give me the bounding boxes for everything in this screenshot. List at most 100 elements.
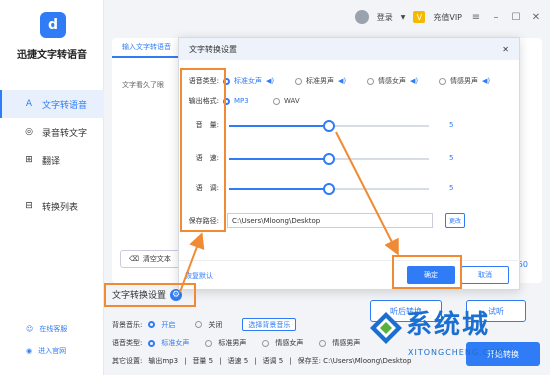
dialog-title: 文字转换设置 <box>189 44 237 54</box>
watermark-logo-icon <box>370 312 402 344</box>
annotation-box-settings <box>104 283 196 307</box>
voice-row: 语音类型: 标准女声 标准男声 情感女声 情感男声 <box>112 338 360 348</box>
menu-icon[interactable]: ≡ <box>470 12 482 23</box>
other-pitch: 语调 5 <box>262 357 284 365</box>
divider: | <box>289 357 292 365</box>
voice-option-label: 标准男声 <box>218 339 247 347</box>
avatar[interactable] <box>354 10 369 24</box>
speaker-icon[interactable]: ◀) <box>266 77 274 85</box>
dialog-voice-row: 语音类型: 标准女声 ◀) 标准男声 ◀) 情感女声 ◀) 情感男声 ◀) <box>179 76 521 86</box>
close-icon[interactable]: ✕ <box>502 45 509 54</box>
sidebar-item-label: 录音转文字 <box>42 128 88 139</box>
mic-icon: ◎ <box>25 127 33 137</box>
text-input-area[interactable]: 文字看久了眼 <box>122 80 164 90</box>
chevron-down-icon[interactable]: ▼ <box>401 14 406 21</box>
radio-icon <box>439 77 446 85</box>
voice-radio-0[interactable] <box>148 339 156 347</box>
website-link[interactable]: ◉ 进入官网 <box>26 346 106 356</box>
voice-radio-2[interactable] <box>262 339 270 347</box>
sidebar-item-text-to-speech[interactable]: A 文字转语音 <box>0 90 104 118</box>
sidebar-item-translate[interactable]: ⊞ 翻译 <box>0 146 104 174</box>
dialog-voice-option[interactable]: 标准男声 ◀) <box>295 76 367 86</box>
minimize-icon[interactable]: – <box>490 12 502 23</box>
sidebar-item-list[interactable]: ⊟ 转换列表 <box>0 192 104 220</box>
sidebar-item-label: 文字转语音 <box>42 100 88 111</box>
tab-text-input[interactable]: 输入文字转语音 <box>112 38 181 58</box>
clear-icon: ⌫ <box>129 255 139 263</box>
app-logo: d <box>40 12 66 38</box>
topbar: 登录 ▼ V 充值VIP ≡ – ☐ ✕ <box>104 0 550 36</box>
dialog-footer: 恢复默认 确定 取消 <box>179 260 521 290</box>
clear-text-button[interactable]: ⌫ 清空文本 <box>120 250 180 268</box>
app-name: 迅捷文字转语音 <box>17 50 87 61</box>
sidebar-item-recording[interactable]: ◎ 录音转文字 <box>0 118 104 146</box>
format-text: MP3 <box>234 97 249 105</box>
slider-fill <box>229 188 329 190</box>
radio-icon <box>367 77 374 85</box>
other-format: 输出mp3 <box>148 357 179 365</box>
change-path-button[interactable]: 更改 <box>445 213 465 228</box>
slider-fill <box>229 125 329 127</box>
dialog-voice-option[interactable]: 标准女声 ◀) <box>223 76 295 86</box>
bg-on-radio[interactable] <box>148 321 156 328</box>
voice-radio-1[interactable] <box>205 339 213 347</box>
voice-radio-3[interactable] <box>319 339 327 347</box>
format-text: WAV <box>284 97 300 105</box>
speaker-icon[interactable]: ◀) <box>338 77 346 85</box>
dialog-voice-text: 情感女声 <box>378 77 406 85</box>
cancel-button[interactable]: 取消 <box>461 266 509 284</box>
format-option-mp3[interactable]: MP3 <box>223 97 273 105</box>
choose-bg-music-button[interactable]: 选择背景音乐 <box>242 318 297 331</box>
close-icon[interactable]: ✕ <box>530 12 542 23</box>
settings-dialog: 文字转换设置 ✕ 语音类型: 标准女声 ◀) 标准男声 ◀) 情感女声 ◀) 情… <box>178 37 521 290</box>
dialog-format-row: 输出格式: MP3 WAV <box>179 96 521 106</box>
voice-type-label: 语音类型: <box>112 339 143 347</box>
translate-icon: ⊞ <box>25 155 33 165</box>
dialog-voice-option[interactable]: 情感女声 ◀) <box>367 76 439 86</box>
customer-service-link[interactable]: ☺ 在线客服 <box>26 324 106 334</box>
bg-music-row: 背景音乐: 开启 关闭 选择背景音乐 <box>112 318 297 331</box>
pitch-value: 5 <box>449 184 454 192</box>
sidebar-item-label: 转换列表 <box>42 202 79 213</box>
radio-icon <box>273 97 280 105</box>
pitch-slider[interactable] <box>229 183 429 195</box>
slider-knob[interactable] <box>323 120 335 132</box>
divider: | <box>184 357 187 365</box>
text-icon: A <box>25 99 33 109</box>
dialog-voice-option[interactable]: 情感男声 ◀) <box>439 76 511 86</box>
login-link[interactable]: 登录 <box>377 12 393 23</box>
bg-music-label: 背景音乐: <box>112 320 143 329</box>
voice-option-label: 情感女声 <box>275 339 304 347</box>
voice-option-label: 情感男声 <box>332 339 361 347</box>
annotation-box-labels <box>180 68 226 232</box>
speaker-icon[interactable]: ◀) <box>482 77 490 85</box>
radio-icon <box>295 77 302 85</box>
dialog-voice-text: 标准男声 <box>306 77 334 85</box>
other-volume: 音量 5 <box>192 357 214 365</box>
speed-slider[interactable] <box>229 153 429 165</box>
watermark-text: 系统城 <box>406 310 491 340</box>
sidebar-nav: A 文字转语音 ◎ 录音转文字 ⊞ 翻译 ⊟ 转换列表 <box>0 90 104 220</box>
bg-off-radio[interactable] <box>195 321 203 328</box>
volume-value: 5 <box>449 121 454 129</box>
divider: | <box>254 357 257 365</box>
slider-knob[interactable] <box>323 153 335 165</box>
website-label: 进入官网 <box>38 347 67 355</box>
format-option-wav[interactable]: WAV <box>273 97 345 105</box>
voice-option-label: 标准女声 <box>161 339 190 347</box>
vip-icon: V <box>413 11 426 23</box>
volume-slider[interactable] <box>229 120 429 132</box>
dialog-header: 文字转换设置 ✕ <box>179 38 519 60</box>
reset-default-link[interactable]: 恢复默认 <box>185 271 213 281</box>
bg-on-label: 开启 <box>161 320 176 329</box>
speaker-icon[interactable]: ◀) <box>410 77 418 85</box>
save-path-input[interactable]: C:\Users\Mloong\Desktop <box>227 213 433 228</box>
vip-link[interactable]: 充值VIP <box>433 12 462 23</box>
customer-service-label: 在线客服 <box>39 325 68 333</box>
annotation-box-ok <box>392 255 462 289</box>
bg-off-label: 关闭 <box>208 320 223 329</box>
maximize-icon[interactable]: ☐ <box>510 12 522 23</box>
slider-knob[interactable] <box>323 183 335 195</box>
sidebar: d 迅捷文字转语音 A 文字转语音 ◎ 录音转文字 ⊞ 翻译 ⊟ 转换列表 ☺ … <box>0 0 104 375</box>
app-window: d 迅捷文字转语音 A 文字转语音 ◎ 录音转文字 ⊞ 翻译 ⊟ 转换列表 ☺ … <box>0 0 550 375</box>
